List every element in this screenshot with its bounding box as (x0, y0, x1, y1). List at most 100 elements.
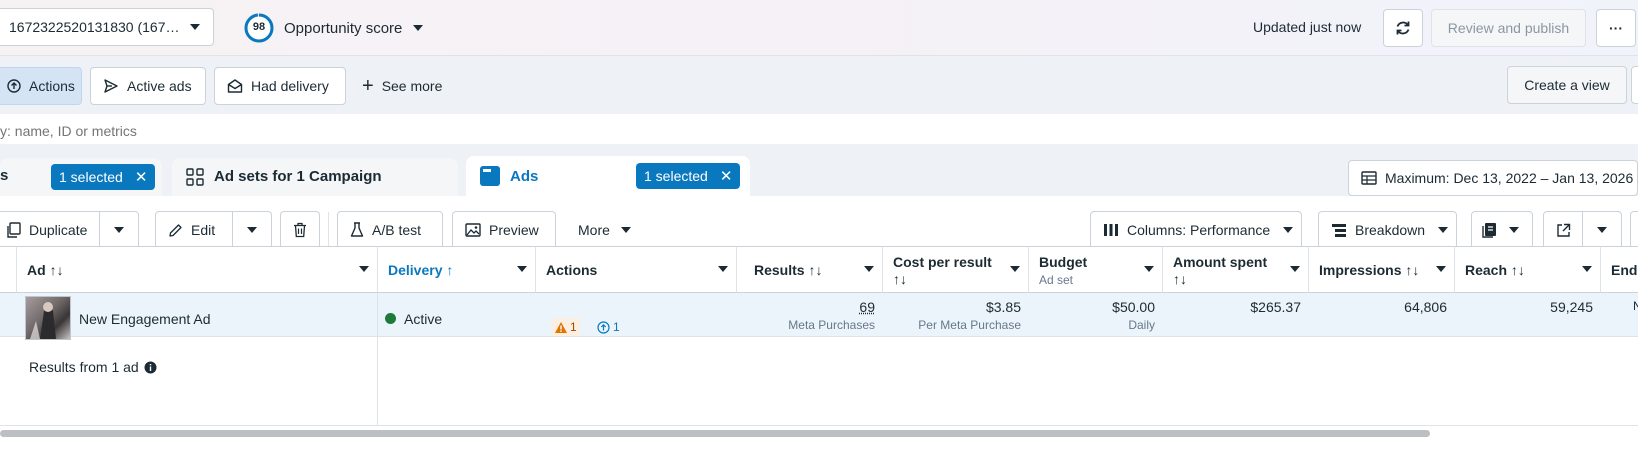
ab-test-button[interactable]: A/B test (337, 211, 443, 249)
budget-subtext: Daily (1128, 318, 1155, 332)
opportunity-score-value: 98 (252, 21, 266, 33)
column-header-delivery[interactable]: Delivery ↑ (378, 246, 536, 293)
chevron-down-icon[interactable] (864, 266, 874, 273)
date-range-button[interactable]: Maximum: Dec 13, 2022 – Jan 13, 2026 (1348, 160, 1638, 196)
warnings-badge[interactable]: 1 (552, 318, 580, 336)
preview-button[interactable]: Preview (452, 211, 556, 249)
more-options-button[interactable]: ··· (1596, 9, 1636, 47)
edit-button[interactable]: Edit (155, 211, 233, 249)
chevron-down-icon (1596, 226, 1608, 234)
column-header-checkbox[interactable] (0, 246, 17, 293)
column-header-reach[interactable]: Reach ↑↓ (1455, 246, 1601, 293)
results-value[interactable]: 69 (859, 299, 875, 315)
toolbar-divider (328, 212, 329, 248)
create-view-button[interactable]: Create a view (1507, 66, 1627, 104)
account-selector-label: 1672322520131830 (167… (9, 19, 180, 35)
reach-cell: 59,245 (1455, 293, 1601, 337)
column-header-impressions[interactable]: Impressions ↑↓ (1309, 246, 1455, 293)
delete-button[interactable] (280, 211, 320, 249)
date-range-label: Maximum: Dec 13, 2022 – Jan 13, 2026 (1385, 170, 1634, 186)
edit-label: Edit (191, 222, 216, 238)
account-selector[interactable]: 1672322520131830 (167… (0, 8, 214, 46)
filter-had-delivery-chip[interactable]: Had delivery (214, 67, 346, 105)
tab-ads[interactable]: Ads 1 selected ✕ (466, 156, 750, 196)
duplicate-dropdown-button[interactable] (99, 211, 139, 249)
breakdown-icon (1331, 223, 1347, 237)
chevron-down-icon[interactable] (1582, 266, 1592, 273)
chevron-down-icon[interactable] (718, 266, 728, 273)
export-button[interactable] (1543, 211, 1583, 249)
search-input[interactable] (0, 120, 900, 142)
chevron-down-icon[interactable] (1436, 266, 1446, 273)
campaigns-selected-pill[interactable]: 1 selected ✕ (51, 164, 156, 190)
calendar-table-icon (1361, 170, 1377, 186)
column-header-amount-spent[interactable]: Amount spent ↑↓ (1163, 246, 1309, 293)
view-options-button[interactable] (1631, 66, 1638, 104)
results-subtext: Meta Purchases (788, 318, 875, 332)
duplicate-button[interactable]: Duplicate (0, 211, 100, 249)
results-cell: 69 Meta Purchases (737, 293, 883, 337)
chevron-down-icon (189, 23, 201, 31)
column-header-reach-label: Reach (1465, 262, 1508, 278)
column-header-budget-label: Budget (1039, 254, 1088, 270)
envelope-open-icon (227, 78, 243, 94)
ads-selected-pill[interactable]: 1 selected ✕ (636, 163, 741, 189)
flask-icon (350, 222, 364, 238)
cost-per-result-value: $3.85 (985, 299, 1021, 315)
reports-button[interactable] (1471, 211, 1533, 249)
close-icon[interactable]: ✕ (135, 168, 148, 186)
tab-ad-sets-label: Ad sets for 1 Campaign (214, 168, 382, 185)
column-header-ends[interactable]: End (1601, 246, 1638, 293)
ab-test-label: A/B test (372, 222, 422, 238)
filter-actions-chip[interactable]: Actions (0, 67, 82, 105)
see-more-button[interactable]: + See more (362, 67, 442, 105)
breakdown-button[interactable]: Breakdown (1318, 211, 1457, 249)
sort-icon: ↑↓ (808, 262, 823, 278)
budget-value: $50.00 (1112, 299, 1155, 315)
export-dropdown-button[interactable] (1582, 211, 1622, 249)
chevron-down-icon[interactable] (1290, 266, 1300, 273)
row-column-divider (377, 293, 378, 425)
close-icon[interactable]: ✕ (720, 167, 733, 185)
column-header-budget[interactable]: Budget Ad set (1029, 246, 1163, 293)
impressions-value: 64,806 (1404, 299, 1447, 315)
sort-icon: ↑↓ (893, 271, 907, 287)
amount-spent-cell: $265.37 (1163, 293, 1309, 337)
actions-badge[interactable]: 1 (597, 318, 620, 336)
budget-cell[interactable]: $50.00 Daily (1029, 293, 1163, 337)
campaigns-selected-label: 1 selected (59, 169, 123, 185)
opportunity-score[interactable]: 98 Opportunity score (244, 12, 424, 44)
toolbar-overflow-button[interactable] (1630, 211, 1638, 249)
filter-active-ads-label: Active ads (127, 78, 192, 94)
ends-cell: N (1601, 293, 1638, 337)
review-publish-button[interactable]: Review and publish (1431, 9, 1586, 47)
column-header-actions[interactable]: Actions (536, 246, 737, 293)
chevron-down-icon[interactable] (517, 266, 527, 273)
column-header-results[interactable]: Results ↑↓ (737, 246, 883, 293)
tab-campaigns[interactable]: s 1 selected ✕ (0, 158, 162, 196)
ad-name[interactable]: New Engagement Ad (79, 311, 211, 327)
column-header-cost-per-result[interactable]: Cost per result ↑↓ (883, 246, 1029, 293)
edit-dropdown-button[interactable] (232, 211, 272, 249)
reach-value: 59,245 (1550, 299, 1593, 315)
info-icon[interactable] (144, 361, 157, 374)
column-header-ad[interactable]: Ad ↑↓ (17, 246, 378, 293)
plus-icon: + (362, 75, 374, 97)
warnings-count: 1 (570, 320, 577, 334)
column-header-budget-sub: Ad set (1039, 273, 1074, 287)
more-actions-button[interactable]: More (578, 211, 632, 249)
columns-button[interactable]: Columns: Performance (1090, 211, 1302, 249)
refresh-button[interactable] (1383, 9, 1423, 47)
column-header-amount-spent-label: Amount spent (1173, 254, 1268, 270)
chevron-down-icon[interactable] (1144, 266, 1154, 273)
chevron-down-icon (246, 226, 258, 234)
delivery-status: Active (404, 311, 443, 327)
filter-active-ads-chip[interactable]: Active ads (90, 67, 206, 105)
chevron-down-icon[interactable] (359, 266, 369, 273)
updated-status: Updated just now (1253, 19, 1362, 35)
reports-icon (1482, 222, 1498, 238)
horizontal-scrollbar[interactable] (0, 430, 1430, 437)
chevron-down-icon[interactable] (1010, 266, 1020, 273)
chevron-down-icon (412, 24, 424, 32)
tab-ad-sets[interactable]: Ad sets for 1 Campaign (172, 158, 458, 196)
